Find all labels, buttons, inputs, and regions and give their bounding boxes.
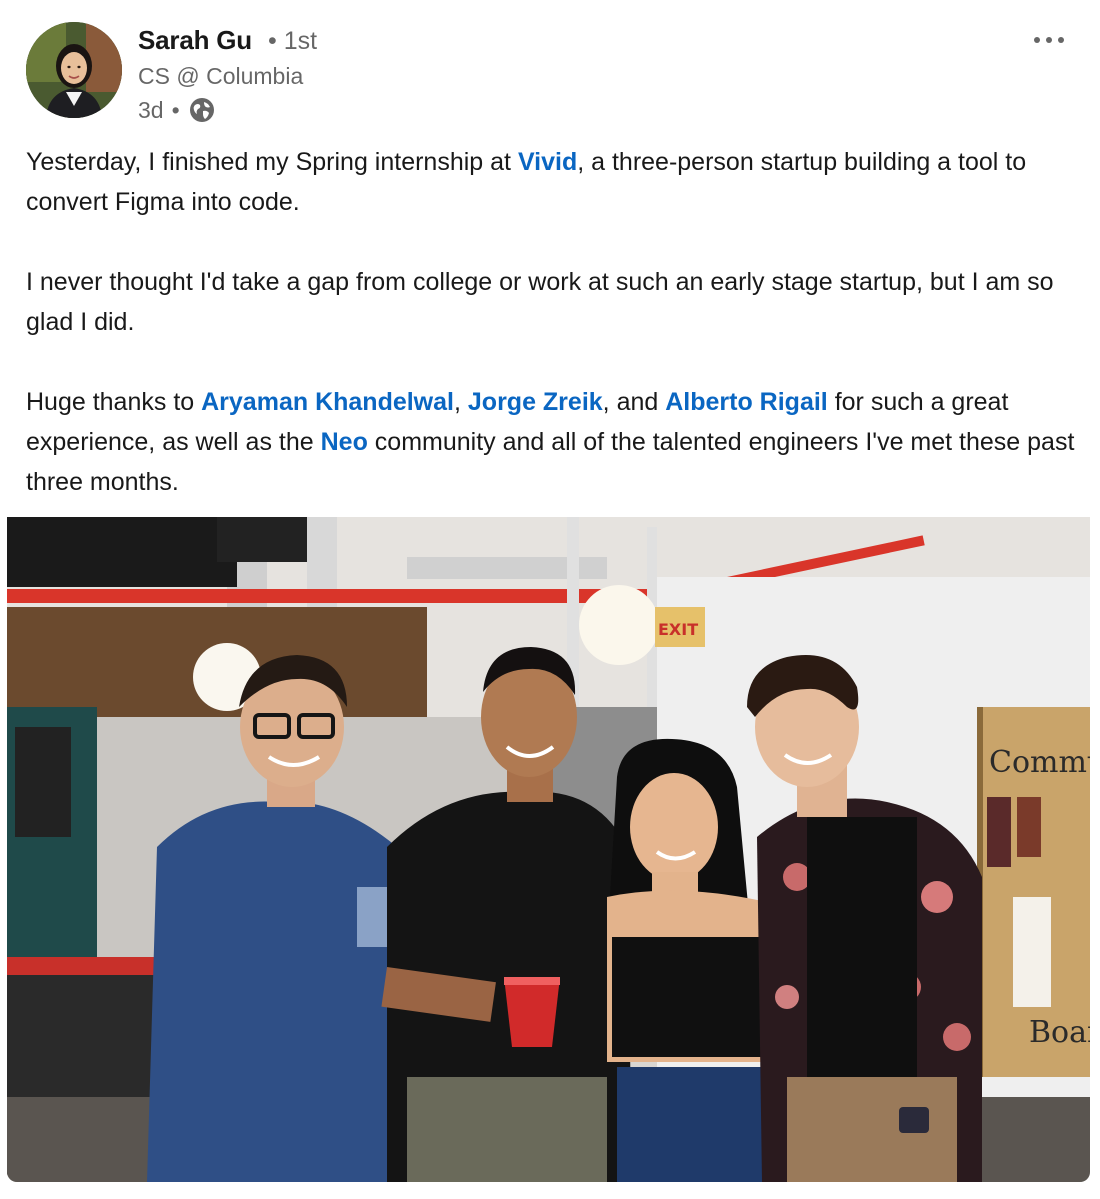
feed-post: Sarah Gu • 1st CS @ Columbia 3d • Yester… [0,0,1100,1199]
exit-sign-text: EXIT [658,620,698,639]
author-headline: CS @ Columbia [138,63,304,89]
board-text-bottom: Boar [1029,1015,1090,1050]
post-body: Yesterday, I finished my Spring internsh… [26,142,1086,502]
post-text-run: Yesterday, I finished my Spring internsh… [26,148,518,176]
post-options-button[interactable] [1022,20,1076,60]
post-timestamp: 3d [138,96,164,123]
meta-separator: • [171,96,180,123]
globe-icon [188,96,216,124]
post-text-run: I never thought I'd take a gap from coll… [26,268,1054,336]
connection-degree: • 1st [268,27,318,55]
post-photo[interactable]: Commun Boar EXIT [7,517,1090,1182]
mention-neo[interactable]: Neo [321,428,368,456]
post-paragraph-3: Huge thanks to Aryaman Khandelwal, Jorge… [26,382,1086,502]
group-photo-illustration: Commun Boar EXIT [7,517,1090,1182]
mention-jorge-zreik[interactable]: Jorge Zreik [468,388,603,416]
post-text-run: , [453,388,468,416]
author-name[interactable]: Sarah Gu [138,25,252,56]
post-paragraph-2: I never thought I'd take a gap from coll… [26,262,1086,342]
board-text-top: Commun [989,745,1090,780]
post-text-run: , and [602,388,666,416]
post-text-run: Huge thanks to [26,388,202,416]
avatar-photo [26,22,122,118]
mention-vivid[interactable]: Vivid [518,148,577,176]
post-paragraph-1: Yesterday, I finished my Spring internsh… [26,142,1086,222]
ellipsis-icon [1034,37,1064,43]
post-meta: 3d • [138,96,216,124]
mention-alberto-rigail[interactable]: Alberto Rigail [665,388,828,416]
mention-aryaman-khandelwal[interactable]: Aryaman Khandelwal [201,388,454,416]
author-avatar[interactable] [26,22,122,118]
